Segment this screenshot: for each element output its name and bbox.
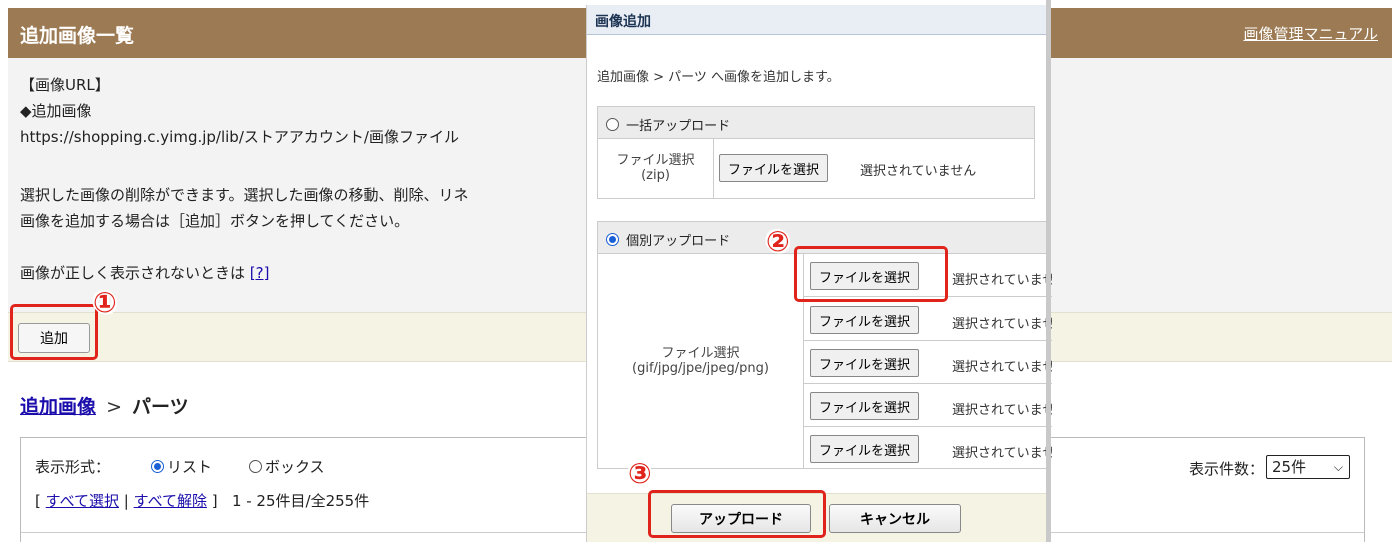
view-mode-label: 表示形式： [35, 458, 111, 476]
breadcrumb-link-added-images[interactable]: 追加画像 [20, 396, 96, 418]
bulk-upload-option[interactable]: 一括アップロード [598, 107, 1034, 139]
selection-row: [ すべて選択 | すべて解除 ] 1 - 25件目/全255件 [35, 490, 369, 511]
count-label: 表示件数： [1188, 460, 1264, 478]
row-divider [804, 383, 1052, 384]
highlight-add-button [10, 304, 98, 360]
deselect-all-link[interactable]: すべて解除 [134, 492, 207, 510]
radio-bulk-icon[interactable] [606, 118, 619, 131]
callout-number-3: ③ [628, 457, 652, 490]
bulk-file-label-line1: ファイル選択 [616, 153, 695, 168]
page-title: 追加画像一覧 [20, 25, 135, 47]
file-status-2: 選択されていません [952, 317, 1052, 332]
view-option-list-label: リスト [167, 458, 213, 476]
dialog-title-bar: 画像追加 [587, 5, 1051, 35]
view-option-list[interactable]: リスト [151, 456, 212, 477]
delete-note: 選択した画像の削除ができます。選択した画像の移動、削除、リネ [20, 186, 469, 204]
image-manual-link[interactable]: 画像管理マニュアル [1243, 23, 1378, 44]
bulk-file-label: ファイル選択 (zip) [598, 139, 714, 198]
view-option-box[interactable]: ボックス [249, 456, 325, 477]
help-link[interactable]: [?] [250, 264, 270, 282]
bulk-upload-label: 一括アップロード [626, 119, 731, 134]
file-status-4: 選択されていません [952, 403, 1052, 418]
select-divider: | [123, 492, 129, 510]
bulk-file-label-line2: (zip) [641, 168, 670, 183]
row-divider [804, 340, 1052, 341]
choose-file-button-5[interactable]: ファイルを選択 [810, 435, 920, 463]
dialog-scrollbar[interactable] [1046, 0, 1051, 542]
chevron-down-icon: ⌵ [1333, 460, 1343, 474]
trouble-note-line: 画像が正しく表示されないときは [?] [20, 262, 269, 283]
image-url-text: https://shopping.c.yimg.jp/lib/ストアアカウント/… [20, 128, 459, 146]
individual-upload-label: 個別アップロード [626, 234, 731, 249]
add-note: 画像を追加する場合は［追加］ボタンを押してください。 [20, 212, 410, 230]
highlight-choose-file-button [794, 246, 948, 302]
select-bracket-open: [ [35, 492, 41, 510]
select-bracket-close: ] [211, 492, 218, 510]
callout-number-1: ① [93, 286, 117, 319]
file-status-3: 選択されていません [952, 360, 1052, 375]
range-text: 1 - 25件目/全255件 [231, 492, 370, 510]
radio-list-icon[interactable] [151, 460, 164, 473]
added-images-label: ◆追加画像 [20, 102, 92, 120]
file-status-5: 選択されていません [952, 446, 1052, 461]
highlight-upload-button [648, 490, 826, 538]
individual-file-label: ファイル選択 (gif/jpg/jpe/jpeg/png) [598, 254, 804, 468]
select-all-link[interactable]: すべて選択 [46, 492, 119, 510]
file-status-1: 選択されていません [952, 273, 1052, 288]
breadcrumb-separator: > [106, 396, 122, 418]
view-option-box-label: ボックス [265, 458, 325, 476]
breadcrumb-current: パーツ [132, 396, 189, 418]
url-heading: 【画像URL】 [20, 76, 110, 94]
individual-file-label-line2: (gif/jpg/jpe/jpeg/png) [632, 361, 769, 376]
trouble-note: 画像が正しく表示されないときは [20, 264, 246, 282]
bulk-file-status: 選択されていません [860, 164, 977, 179]
choose-file-button-3[interactable]: ファイルを選択 [810, 349, 920, 377]
dialog-intro: 追加画像 > パーツ へ画像を追加します。 [597, 70, 840, 85]
bulk-choose-file-button[interactable]: ファイルを選択 [719, 154, 829, 182]
radio-box-icon[interactable] [249, 460, 262, 473]
choose-file-button-2[interactable]: ファイルを選択 [810, 306, 920, 334]
individual-file-label-line1: ファイル選択 [661, 346, 740, 361]
radio-individual-icon[interactable] [606, 233, 619, 246]
count-select[interactable]: 25件 ⌵ [1266, 455, 1350, 479]
dialog-title: 画像追加 [595, 14, 651, 30]
breadcrumb: 追加画像 > パーツ [20, 392, 189, 419]
callout-number-2: ② [766, 225, 790, 258]
count-value: 25件 [1272, 458, 1307, 476]
row-divider [804, 426, 1052, 427]
cancel-button[interactable]: キャンセル [829, 504, 961, 533]
choose-file-button-4[interactable]: ファイルを選択 [810, 392, 920, 420]
bulk-upload-section: 一括アップロード ファイル選択 (zip) ファイルを選択 選択されていません [597, 106, 1035, 199]
